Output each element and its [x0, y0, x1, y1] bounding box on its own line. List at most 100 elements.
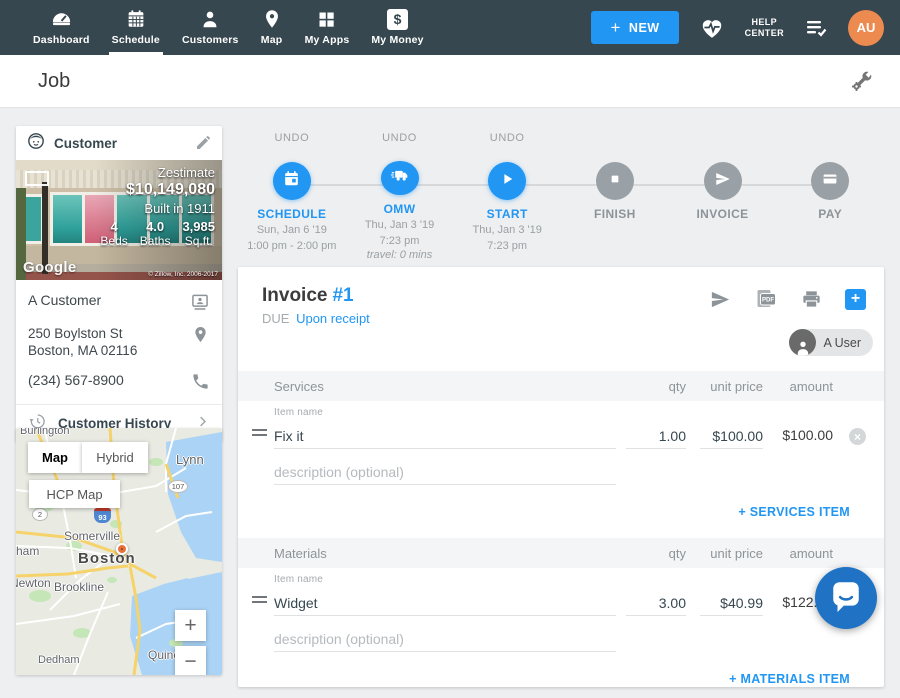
built-year: Built in 1911	[100, 201, 215, 216]
page-title: Job	[38, 70, 70, 93]
customer-phone: (234) 567-8900	[28, 372, 124, 389]
nav-item-my-apps[interactable]: My Apps	[294, 0, 361, 55]
drag-handle-icon[interactable]	[252, 429, 267, 439]
service-qty-input[interactable]	[626, 423, 686, 449]
edit-pencil-icon[interactable]	[194, 134, 212, 152]
remove-service-item-button[interactable]: ×	[849, 428, 866, 445]
street-view-frame-icon	[25, 171, 49, 186]
map-zoom-in-button[interactable]: +	[175, 610, 206, 641]
hcp-map-button[interactable]: HCP Map	[29, 480, 120, 508]
contact-card-icon[interactable]	[190, 292, 210, 312]
page-title-bar: Job	[0, 55, 900, 108]
help-center-line2: CENTER	[745, 28, 784, 39]
nav-item-my-money[interactable]: $ My Money	[360, 0, 434, 55]
unit-price-column-header: unit price	[710, 379, 763, 394]
nav-item-dashboard[interactable]: Dashboard	[22, 0, 101, 55]
money-icon: $	[387, 7, 408, 31]
service-name-input[interactable]	[274, 423, 616, 449]
qty-column-header: qty	[669, 379, 686, 394]
undo-schedule-button[interactable]: UNDO	[274, 132, 309, 146]
property-facts: 4Beds 4.0Baths 3,985Sq.ft.	[100, 219, 215, 248]
map-label-ham: ham	[16, 544, 39, 558]
property-street-view[interactable]: Zestimate $10,149,080 Built in 1911 4Bed…	[16, 160, 222, 280]
map-label-lynn: Lynn	[176, 452, 204, 467]
invoice-step-button[interactable]	[704, 162, 742, 200]
route-2-shield: 2	[32, 508, 48, 521]
timeline-step-invoice: INVOICE	[669, 132, 777, 262]
unit-price-column-header: unit price	[710, 546, 763, 561]
step-date: Sun, Jan 6 '19	[257, 223, 327, 237]
google-watermark: Google	[23, 259, 76, 276]
send-invoice-icon[interactable]	[709, 288, 732, 311]
map-zoom-out-button[interactable]: −	[175, 646, 206, 675]
location-pin-icon[interactable]	[191, 325, 210, 344]
stop-icon	[607, 171, 623, 192]
nav-item-label: My Apps	[305, 34, 350, 46]
nav-items: Dashboard Schedule Customers Map My Apps	[22, 0, 435, 55]
chat-support-button[interactable]	[815, 567, 877, 629]
customer-face-icon	[26, 131, 46, 156]
due-terms-link[interactable]: Upon receipt	[296, 311, 370, 326]
step-label: SCHEDULE	[257, 207, 326, 221]
step-time: 1:00 pm - 2:00 pm	[247, 239, 336, 253]
user-avatar[interactable]: AU	[848, 10, 884, 46]
nav-item-map[interactable]: Map	[250, 0, 294, 55]
due-label: DUE	[262, 311, 289, 326]
undo-omw-button[interactable]: UNDO	[382, 132, 417, 145]
service-item-row: Item name $100.00 ×	[238, 401, 884, 457]
phone-icon[interactable]	[191, 372, 210, 391]
invoice-header: Invoice#1 DUE Upon receipt PDF + A User	[238, 267, 884, 371]
map-type-button-map[interactable]: Map	[28, 442, 82, 473]
amount-column-header: amount	[790, 546, 833, 561]
new-button-label: NEW	[629, 21, 660, 35]
pay-step-button[interactable]	[811, 162, 849, 200]
new-button[interactable]: + NEW	[591, 11, 678, 44]
plus-icon: +	[610, 18, 620, 38]
add-invoice-button[interactable]: +	[845, 289, 866, 310]
customer-card-title: Customer	[54, 136, 194, 151]
start-step-button[interactable]	[488, 162, 526, 200]
undo-start-button[interactable]: UNDO	[490, 132, 525, 146]
material-description-row	[238, 624, 884, 664]
pdf-icon[interactable]: PDF	[754, 287, 778, 311]
service-description-input[interactable]	[274, 459, 616, 485]
health-heart-icon[interactable]	[699, 15, 725, 41]
customers-icon	[199, 7, 221, 31]
print-icon[interactable]	[800, 288, 823, 311]
help-center-button[interactable]: HELP CENTER	[745, 17, 784, 39]
chat-bubble-icon	[829, 579, 863, 618]
map-widget[interactable]: Burlington Lynn Somerville Boston Newton…	[16, 428, 222, 675]
zestimate-overlay: Zestimate $10,149,080 Built in 1911 4Bed…	[100, 165, 215, 248]
nav-right: + NEW HELP CENTER AU	[591, 10, 884, 46]
customer-name-row: A Customer	[28, 292, 210, 312]
service-description-row	[238, 457, 884, 497]
qty-column-header: qty	[669, 546, 686, 561]
materials-section-header: Materials qty unit price amount	[238, 538, 884, 568]
nav-item-schedule[interactable]: Schedule	[101, 0, 171, 55]
material-unit-price-input[interactable]	[700, 590, 763, 616]
address-line1: 250 Boylston St	[28, 325, 137, 342]
material-description-input[interactable]	[274, 626, 616, 652]
job-settings-icon[interactable]	[850, 69, 874, 93]
omw-step-button[interactable]	[381, 161, 419, 195]
dashboard-icon	[50, 7, 73, 31]
finish-step-button[interactable]	[596, 162, 634, 200]
task-list-icon[interactable]	[804, 16, 828, 40]
assignee-chip[interactable]: A User	[789, 329, 873, 356]
map-type-button-hybrid[interactable]: Hybrid	[82, 442, 148, 473]
material-qty-input[interactable]	[626, 590, 686, 616]
drag-handle-icon[interactable]	[252, 596, 267, 606]
add-services-item-link[interactable]: + SERVICES ITEM	[738, 505, 850, 519]
step-time: 7:23 pm	[487, 239, 527, 253]
add-materials-item-link[interactable]: + MATERIALS ITEM	[729, 672, 850, 686]
schedule-step-button[interactable]	[273, 162, 311, 200]
timeline-step-pay: PAY	[776, 132, 884, 262]
service-unit-price-input[interactable]	[700, 423, 763, 449]
customer-address-row: 250 Boylston St Boston, MA 02116	[28, 325, 210, 359]
nav-item-customers[interactable]: Customers	[171, 0, 250, 55]
credit-card-icon	[821, 170, 839, 193]
step-label: START	[487, 207, 528, 221]
map-label-brookline: Brookline	[54, 580, 104, 594]
help-center-line1: HELP	[745, 17, 784, 28]
material-name-input[interactable]	[274, 590, 616, 616]
